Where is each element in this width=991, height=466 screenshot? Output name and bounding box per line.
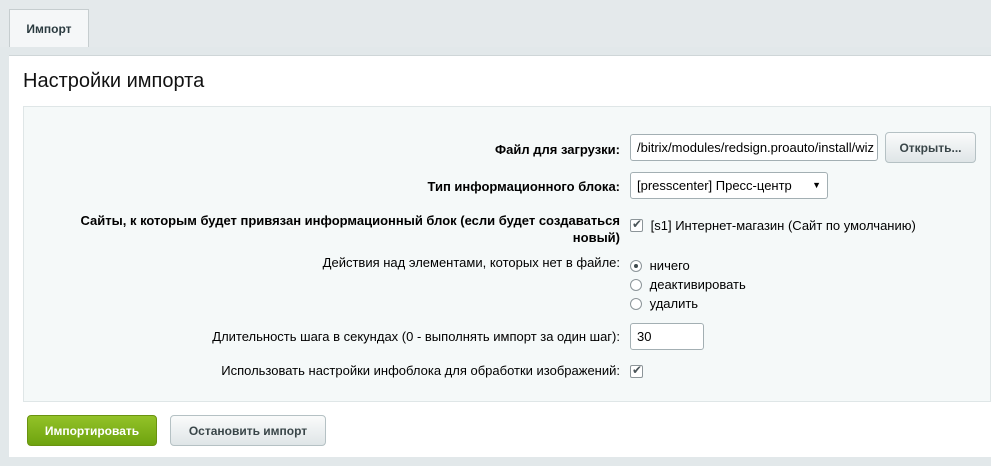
radio-option-delete: удалить <box>630 295 698 311</box>
iblock-type-label: Тип информационного блока: <box>427 179 621 194</box>
check-icon: ✔ <box>632 217 643 232</box>
radio-deactivate-label: деактивировать <box>649 277 746 293</box>
use-iblock-settings-checkbox[interactable]: ✔ <box>630 363 643 379</box>
iblock-type-select[interactable]: [presscenter] Пресс-центр ▼ <box>630 172 828 199</box>
tab-bar: Импорт <box>0 0 991 47</box>
dropdown-arrow-icon: ▼ <box>812 180 821 190</box>
page-title: Настройки импорта <box>23 70 205 92</box>
file-label: Файл для загрузки: <box>495 142 620 157</box>
radio-deactivate[interactable] <box>630 278 642 291</box>
import-button[interactable]: Импортировать <box>27 415 157 446</box>
site-s1-checkbox[interactable]: ✔ <box>630 217 643 233</box>
use-iblock-settings-row: ✔ <box>630 363 643 379</box>
sites-option-row: ✔ [s1] Интернет-магазин (Сайт по умолчан… <box>630 217 916 233</box>
radio-delete-label: удалить <box>649 296 699 312</box>
settings-form: Файл для загрузки: /bitrix/modules/redsi… <box>23 106 991 402</box>
radio-nothing[interactable] <box>630 259 642 272</box>
import-panel: Настройки импорта Файл для загрузки: /bi… <box>9 55 991 457</box>
open-file-button[interactable]: Открыть... <box>885 132 976 163</box>
file-path-input[interactable]: /bitrix/modules/redsign.proauto/install/… <box>630 134 878 161</box>
missing-action-label: Действия над элементами, которых нет в ф… <box>322 255 620 270</box>
tab-import[interactable]: Импорт <box>9 9 89 47</box>
radio-nothing-label: ничего <box>649 258 690 274</box>
step-duration-label: Длительность шага в секундах (0 - выполн… <box>212 329 620 344</box>
radio-delete[interactable] <box>630 297 642 310</box>
step-duration-input[interactable]: 30 <box>630 323 704 350</box>
step-duration-wrap: 30 <box>630 323 704 350</box>
radio-option-nothing: ничего <box>630 257 690 273</box>
iblock-type-selected: [presscenter] Пресс-центр <box>637 178 792 193</box>
radio-option-deactivate: деактивировать <box>630 276 746 292</box>
file-field-wrap: /bitrix/modules/redsign.proauto/install/… <box>630 134 878 161</box>
check-icon: ✔ <box>632 363 643 378</box>
sites-label: Сайты, к которым будет привязан информац… <box>80 213 621 245</box>
iblock-type-wrap: [presscenter] Пресс-центр ▼ <box>630 172 828 199</box>
stop-import-button[interactable]: Остановить импорт <box>170 415 326 446</box>
site-s1-label: [s1] Интернет-магазин (Сайт по умолчанию… <box>650 218 916 234</box>
use-iblock-settings-label: Использовать настройки инфоблока для обр… <box>221 363 620 378</box>
